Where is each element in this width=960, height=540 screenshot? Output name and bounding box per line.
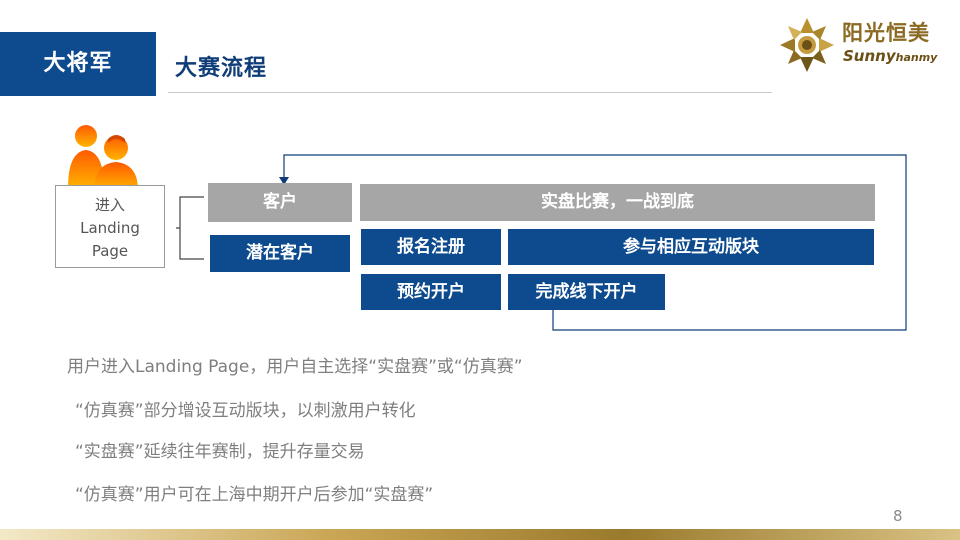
description-line: “仿真赛”部分增设互动版块，以刺激用户转化 <box>75 401 416 421</box>
logo-english-sub: hanmy <box>895 51 938 64</box>
register-box: 报名注册 <box>361 229 501 265</box>
description-line: 用户进入Landing Page，用户自主选择“实盘赛”或“仿真赛” <box>67 357 523 377</box>
potential-customer-box: 潜在客户 <box>210 235 350 272</box>
appointment-box: 预约开户 <box>361 274 501 310</box>
customer-box: 客户 <box>208 183 352 222</box>
logo-english-name: Sunnyhanmy <box>843 47 937 65</box>
branch-connector <box>176 196 204 260</box>
logo-chinese-name: 阳光恒美 <box>842 21 930 45</box>
landing-page-entry-label: 进入 Landing Page <box>80 196 140 260</box>
slide-number: 8 <box>893 507 903 525</box>
description-line: “仿真赛”用户可在上海中期开户后参加“实盘赛” <box>75 485 434 505</box>
users-icon <box>68 125 138 190</box>
offline-account-box: 完成线下开户 <box>508 274 665 310</box>
page-title: 大赛流程 <box>175 56 268 81</box>
section-label: 大将军 <box>43 51 113 76</box>
footer-bar <box>0 529 960 540</box>
interactive-section-box: 参与相应互动版块 <box>508 229 874 265</box>
description-line: “实盘赛”延续往年赛制，提升存量交易 <box>75 442 365 462</box>
logo-english-main: Sunny <box>843 47 896 65</box>
live-contest-box: 实盘比赛，一战到底 <box>360 184 875 221</box>
title-divider <box>168 92 772 93</box>
